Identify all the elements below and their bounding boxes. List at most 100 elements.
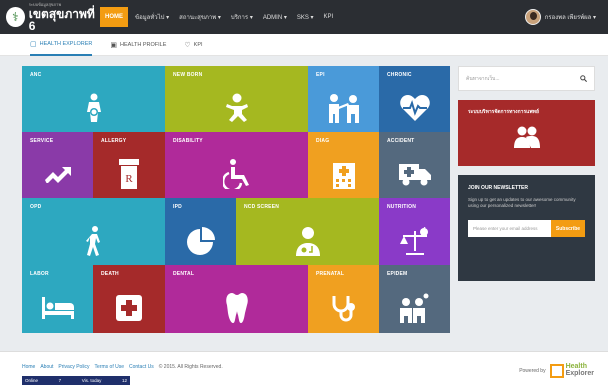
tile-label: OPD xyxy=(30,204,42,210)
tile-epi[interactable]: EPI xyxy=(308,66,379,132)
heart-outline-icon: ♡ xyxy=(184,41,191,49)
tile-label: DENTAL xyxy=(173,271,195,277)
walking-person-icon xyxy=(22,216,165,265)
brand-title: เขตสุขภาพที่ 6 xyxy=(28,6,95,33)
search-input[interactable]: ค้นหาจากเว็บ... xyxy=(466,75,500,83)
tile-labor[interactable]: LABOR xyxy=(22,265,93,333)
pregnant-woman-icon xyxy=(22,84,165,132)
tile-disability[interactable]: DISABILITY xyxy=(165,132,308,198)
tile-diag[interactable]: DIAG xyxy=(308,132,379,198)
today-count: 12 xyxy=(121,378,127,383)
heartbeat-icon xyxy=(379,84,450,132)
tile-dental[interactable]: DENTAL xyxy=(165,265,308,333)
tile-label: NUTRITION xyxy=(387,204,417,210)
user-menu[interactable]: กรองพล เพียรพ์ผล ▾ xyxy=(524,0,596,34)
brand-subtitle: ระบบข้อมูลสุขภาพ xyxy=(28,1,62,7)
trending-up-icon xyxy=(22,150,93,198)
nav-general-info[interactable]: ข้อมูลทั่วไป ▾ xyxy=(130,0,174,34)
balance-scale-icon xyxy=(379,216,450,265)
tile-nutrition[interactable]: NUTRITION xyxy=(379,198,450,265)
nav-sks[interactable]: SKS ▾ xyxy=(292,0,319,34)
medical-management-banner[interactable]: ระบบบริหารจัดการทางการแพทย์ xyxy=(458,100,595,166)
tile-label: DEATH xyxy=(101,271,119,277)
nav-kpi[interactable]: KPI xyxy=(319,0,339,34)
tile-death[interactable]: DEATH xyxy=(93,265,165,333)
nav-health-status[interactable]: สถานะสุขภาพ ▾ xyxy=(174,0,226,34)
tile-label: SERVICE xyxy=(30,138,54,144)
tile-ipd[interactable]: IPD xyxy=(165,198,236,265)
content-area: ANC NEW BORN EPI CHRONIC SERVICE ALLERGY… xyxy=(0,56,608,351)
footer-link-home[interactable]: Home xyxy=(22,364,35,370)
square-icon: ▢ xyxy=(30,40,37,48)
tile-ncd-screen[interactable]: NCD SCREEN xyxy=(236,198,379,265)
avatar xyxy=(524,9,541,25)
banner-title: ระบบบริหารจัดการทางการแพทย์ xyxy=(468,109,539,115)
newsletter-title: JOIN OUR NEWSLETTER xyxy=(468,185,529,191)
nav-services[interactable]: บริการ ▾ xyxy=(226,0,258,34)
email-field[interactable]: Please enter your email address xyxy=(468,220,551,238)
tile-label: ACCIDENT xyxy=(387,138,415,144)
hospital-building-icon xyxy=(308,150,379,198)
tile-anc[interactable]: ANC xyxy=(22,66,165,132)
sub-nav: ▢ HEALTH EXPLORER ▣ HEALTH PROFILE ♡ KPI xyxy=(0,34,608,56)
footer-link-privacy[interactable]: Privacy Policy xyxy=(58,364,89,370)
tile-label: ANC xyxy=(30,72,42,78)
powered-by: Powered by Health Explorer xyxy=(519,364,594,378)
tile-chronic[interactable]: CHRONIC xyxy=(379,66,450,132)
tile-label: DIAG xyxy=(316,138,330,144)
subscribe-button[interactable]: Subscribe xyxy=(551,220,585,238)
tab-label: KPI xyxy=(193,41,203,48)
tile-label: NEW BORN xyxy=(173,72,203,78)
tile-label: EPI xyxy=(316,72,325,78)
baby-icon xyxy=(165,84,308,132)
footer-link-contact[interactable]: Contact Us xyxy=(129,364,154,370)
footer: Home About Privacy Policy Terms of Use C… xyxy=(0,351,608,391)
nav-admin[interactable]: ADMIN ▾ xyxy=(258,0,292,34)
tile-grid: ANC NEW BORN EPI CHRONIC SERVICE ALLERGY… xyxy=(22,66,450,333)
tile-label: EPIDEM xyxy=(387,271,408,277)
tile-label: IPD xyxy=(173,204,182,210)
brand[interactable]: ⚕ ระบบข้อมูลสุขภาพ เขตสุขภาพที่ 6 xyxy=(6,1,100,33)
tab-health-profile[interactable]: ▣ HEALTH PROFILE xyxy=(110,34,166,56)
stethoscope-icon xyxy=(308,283,379,333)
tab-label: HEALTH PROFILE xyxy=(120,41,167,48)
nav-home[interactable]: HOME xyxy=(100,7,128,27)
tile-label: LABOR xyxy=(30,271,49,277)
tile-allergy[interactable]: ALLERGY R xyxy=(93,132,165,198)
tile-epidem[interactable]: EPIDEM xyxy=(379,265,450,333)
tile-prenatal[interactable]: PRENATAL xyxy=(308,265,379,333)
users-group-icon xyxy=(458,126,595,148)
tile-opd[interactable]: OPD xyxy=(22,198,165,265)
tile-newborn[interactable]: NEW BORN xyxy=(165,66,308,132)
tile-accident[interactable]: ACCIDENT xyxy=(379,132,450,198)
footer-link-terms[interactable]: Terms of Use xyxy=(95,364,124,370)
newsletter-form: Please enter your email address Subscrib… xyxy=(468,220,585,238)
tile-label: CHRONIC xyxy=(387,72,412,78)
medical-cross-icon xyxy=(93,283,165,333)
health-explorer-logo-icon xyxy=(549,364,564,378)
newsletter-box: JOIN OUR NEWSLETTER Sign up to get an up… xyxy=(458,175,595,281)
copyright: © 2015. All Rights Reserved. xyxy=(158,364,223,370)
tile-label: DISABILITY xyxy=(173,138,203,144)
online-count: 7 xyxy=(58,378,62,383)
newsletter-description: Sign up to get an updates to our awesome… xyxy=(468,197,576,209)
main-nav: HOME ข้อมูลทั่วไป ▾ สถานะสุขภาพ ▾ บริการ… xyxy=(100,0,338,34)
vaccination-icon xyxy=(308,84,379,132)
prescription-bottle-icon: R xyxy=(93,150,165,198)
ambulance-icon xyxy=(379,150,450,198)
search-icon[interactable] xyxy=(580,75,587,82)
tile-label: NCD SCREEN xyxy=(244,204,280,210)
tile-label: ALLERGY xyxy=(101,138,127,144)
tile-label: PRENATAL xyxy=(316,271,345,277)
tab-label: HEALTH EXPLORER xyxy=(39,40,93,47)
footer-link-about[interactable]: About xyxy=(40,364,53,370)
tile-service[interactable]: SERVICE xyxy=(22,132,93,198)
search-box[interactable]: ค้นหาจากเว็บ... xyxy=(458,66,595,91)
tab-kpi[interactable]: ♡ KPI xyxy=(184,34,202,56)
sidebar: ค้นหาจากเว็บ... ระบบบริหารจัดการทางการแพ… xyxy=(458,66,595,281)
online-label: Online xyxy=(25,378,39,383)
bed-icon xyxy=(22,283,93,333)
camera-icon: ▣ xyxy=(110,41,118,49)
footer-links: Home About Privacy Policy Terms of Use C… xyxy=(22,364,228,370)
tab-health-explorer[interactable]: ▢ HEALTH EXPLORER xyxy=(30,34,93,56)
